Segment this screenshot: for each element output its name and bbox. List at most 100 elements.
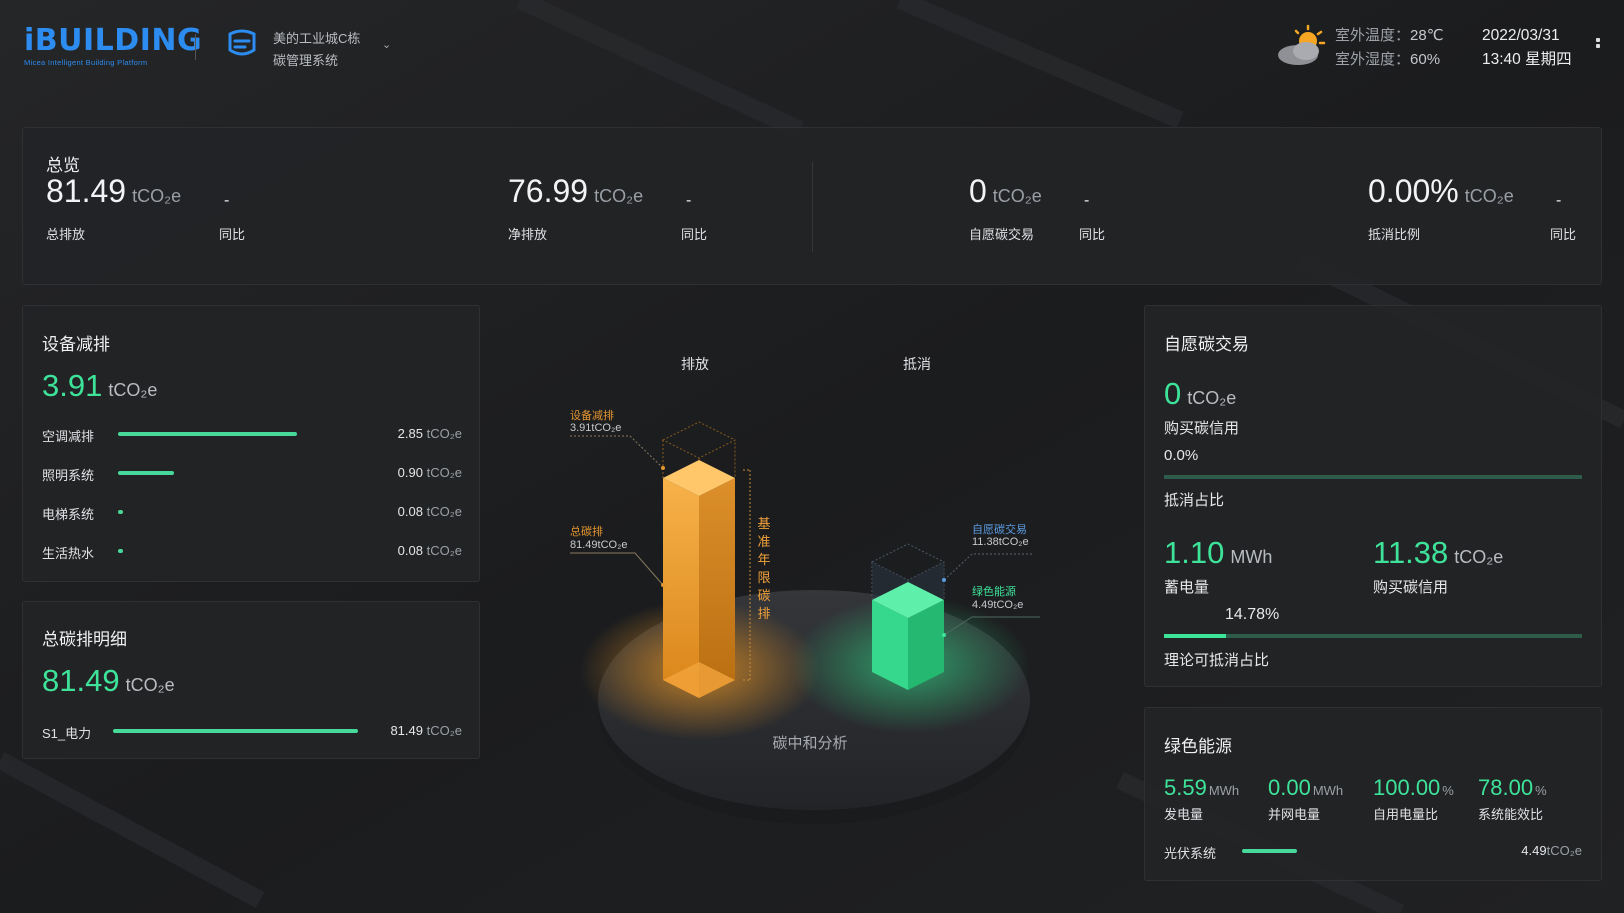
voluntary-progress: [1164, 475, 1582, 479]
overview-compare-value: -: [224, 192, 230, 209]
credit-metric: 11.38 tCO₂e: [1373, 536, 1503, 570]
metric-label: 发电量: [1164, 807, 1204, 822]
offset-ratio-label: 抵消占比: [1164, 492, 1225, 509]
more-icon[interactable]: [1596, 38, 1600, 54]
detail-row-track: [113, 729, 358, 733]
offset-label: 抵消: [903, 356, 931, 372]
logo-subtitle: Micea Intelligent Building Platform: [24, 58, 148, 67]
voluntary-leader: [943, 553, 1032, 581]
baseline-label-char: 基: [757, 516, 770, 531]
system-name-line1: 美的工业城C栋: [273, 31, 361, 46]
carbon-neutral-chart: 排放 抵消 基准年限碳排 设备减排 3.91tCO₂e 总碳排 81.49tCO…: [570, 356, 1040, 824]
device-row-track: [118, 510, 363, 514]
device-row-track: [118, 471, 363, 475]
overview-value: 76.99: [508, 173, 589, 209]
overview-divider: [812, 162, 813, 252]
device-reduction-dot: [661, 466, 665, 470]
weather-sun-cloud-icon: [1278, 24, 1326, 65]
weather-info: 室外温度：28℃ 室外湿度：60%: [1335, 24, 1444, 72]
overview-value: 81.49: [46, 173, 127, 209]
baseline-label-char: 准: [757, 534, 770, 549]
voluntary-annot-label: 自愿碳交易: [972, 522, 1027, 536]
value-number: 0.90: [397, 465, 423, 480]
device-row-name: 生活热水: [42, 546, 95, 561]
pv-unit: tCO₂e: [1546, 843, 1582, 858]
credit-label: 购买碳信用: [1373, 579, 1449, 596]
device-row: 照明系统 0.90 tCO₂e: [42, 463, 462, 483]
device-reduction-annot-value: 3.91tCO₂e: [570, 422, 621, 434]
device-row-value: 0.08 tCO₂e: [398, 543, 462, 558]
platform-label: 碳中和分析: [772, 735, 847, 752]
device-reduction-leader: [570, 435, 664, 469]
temp-value: 28℃: [1410, 27, 1444, 44]
value-unit: tCO₂e: [426, 426, 462, 441]
voluntary-title: 自愿碳交易: [1164, 335, 1249, 354]
value-number: 2.85: [397, 426, 423, 441]
storage-value: 1.10: [1164, 535, 1225, 570]
detail-row: S1_电力 81.49 tCO₂e: [42, 721, 462, 741]
green-energy-annot-value: 4.49tCO₂e: [972, 599, 1023, 611]
total-emission-dot: [661, 583, 665, 587]
overview-offset-value: 0.00% tCO₂e: [1368, 173, 1514, 209]
value-number: 0.08: [397, 543, 423, 558]
overview-label: 抵消比例: [1368, 227, 1421, 242]
date-text: 2022/03/31: [1482, 27, 1560, 44]
overview-label: 总排放: [46, 227, 86, 242]
baseline-label-char: 限: [757, 570, 770, 585]
app-logo[interactable]: iBUILDING Micea Intelligent Building Pla…: [24, 23, 203, 68]
device-row: 生活热水 0.08 tCO₂e: [42, 541, 462, 561]
metric-unit: %: [1442, 783, 1454, 798]
theory-label: 理论可抵消占比: [1164, 652, 1270, 669]
top-header: iBUILDING Micea Intelligent Building Pla…: [0, 0, 1624, 95]
device-row: 空调减排 2.85 tCO₂e: [42, 424, 462, 444]
overview-compare-value: -: [686, 192, 692, 209]
baseline-label-char: 碳: [757, 588, 770, 603]
metric-unit: %: [1535, 783, 1547, 798]
voluntary-total: 0 tCO₂e: [1164, 377, 1236, 411]
voluntary-annot-value: 11.38tCO₂e: [972, 536, 1029, 548]
value-unit: tCO₂e: [426, 543, 462, 558]
detail-row-name: S1_电力: [42, 726, 92, 741]
overview-net-value: 76.99 tCO₂e: [508, 173, 643, 209]
device-row: 电梯系统 0.08 tCO₂e: [42, 502, 462, 522]
green-energy-metric: 5.59 MWh 发电量: [1164, 776, 1239, 823]
temp-label: 室外温度：: [1335, 27, 1411, 44]
metric-value: 5.59: [1164, 775, 1207, 800]
value-number: 81.49: [390, 723, 423, 738]
emission-label: 排放: [681, 356, 709, 372]
storage-unit: MWh: [1230, 547, 1273, 567]
device-reduction-total: 3.91 tCO₂e: [42, 369, 157, 403]
total-detail-title: 总碳排明细: [42, 630, 127, 649]
green-energy-metric: 100.00% 自用电量比: [1373, 776, 1454, 823]
building-logo-icon: [228, 29, 256, 56]
metric-value: 100.00: [1373, 775, 1441, 800]
device-row-fill: [118, 549, 123, 553]
green-energy-metric: 78.00% 系统能效比: [1478, 776, 1547, 823]
pv-system-name: 光伏系统: [1164, 846, 1217, 861]
chevron-down-icon[interactable]: ⌄: [382, 38, 391, 51]
total-detail-total: 81.49 tCO₂e: [42, 664, 175, 698]
total-detail-value: 81.49: [42, 663, 120, 698]
pv-system-fill: [1242, 849, 1297, 853]
logo-text: iBUILDING: [24, 23, 203, 58]
system-name[interactable]: 美的工业城C栋 碳管理系统: [273, 28, 360, 72]
metric-label: 并网电量: [1268, 807, 1321, 822]
baseline-label: 基准年限碳排: [757, 516, 770, 621]
baseline-label-char: 排: [757, 606, 770, 621]
overview-compare-value: -: [1084, 192, 1090, 209]
device-reduction-title: 设备减排: [42, 335, 110, 354]
total-emission-annot-value: 81.49tCO₂e: [570, 539, 627, 551]
overview-voluntary-value: 0 tCO₂e: [969, 173, 1042, 209]
total-emission-annot-label: 总碳排: [570, 524, 603, 538]
device-row-fill: [118, 510, 123, 514]
total-emission-column: [663, 460, 735, 698]
voluntary-dot: [942, 578, 946, 582]
overview-value: 0: [969, 173, 987, 209]
device-row-name: 照明系统: [42, 468, 95, 483]
device-row-value: 0.08 tCO₂e: [398, 504, 462, 519]
value-unit: tCO₂e: [426, 465, 462, 480]
pv-value: 4.49: [1521, 843, 1547, 858]
baseline-label-char: 年: [757, 552, 770, 567]
device-reduction-unit: tCO₂e: [108, 380, 158, 400]
overview-unit: tCO₂e: [594, 186, 644, 206]
